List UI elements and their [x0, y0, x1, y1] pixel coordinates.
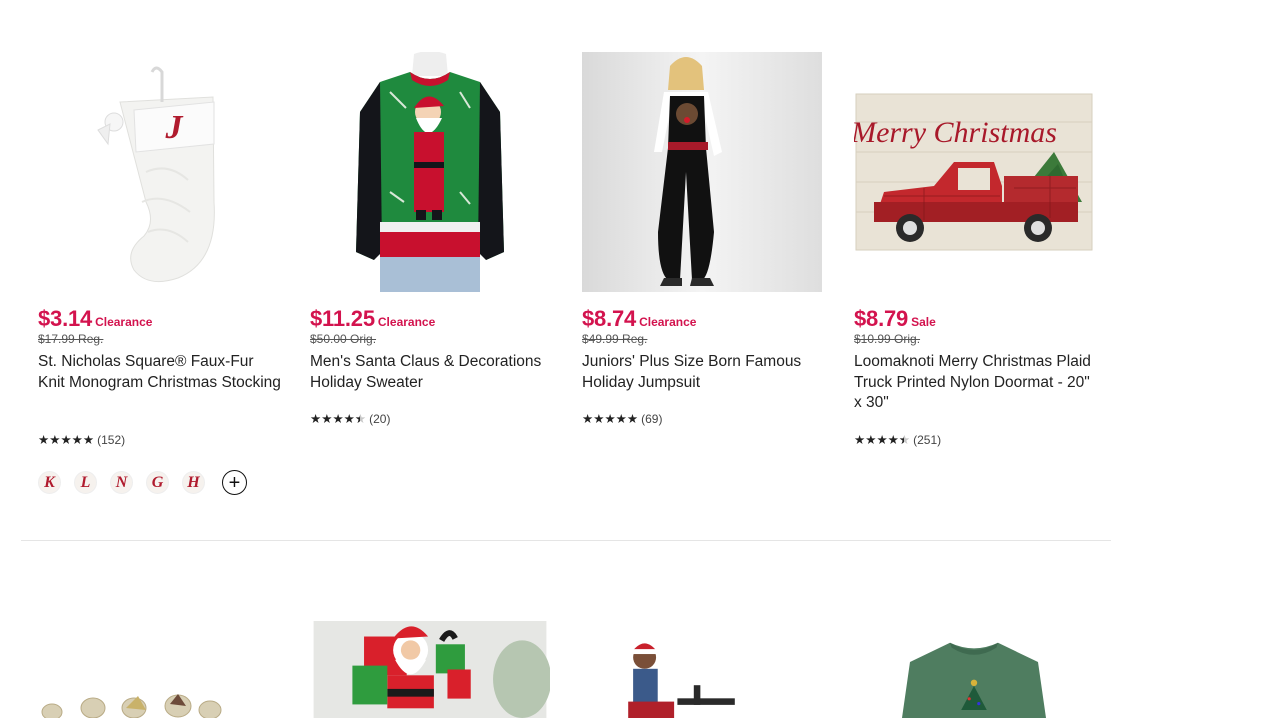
star-rating: ★ ★ ★ ★ ★: [310, 412, 366, 426]
product-title[interactable]: Men's Santa Claus & Decorations Holiday …: [310, 352, 555, 393]
doormat-text: Merry Christmas: [854, 116, 1057, 149]
star-icon: ★: [332, 412, 344, 426]
star-icon: ★: [854, 433, 866, 447]
star-icon: ★: [865, 433, 877, 447]
product-card[interactable]: $11.25 Clearance $50.00 Orig. Men's Santa…: [310, 52, 560, 432]
star-icon: ★: [38, 433, 50, 447]
original-price: $49.99 Reg.: [582, 332, 648, 346]
product-image-sweater[interactable]: [310, 52, 550, 292]
star-icon: ★: [310, 412, 322, 426]
original-price: $10.99 Orig.: [854, 332, 921, 346]
product-title[interactable]: St. Nicholas Square® Faux-Fur Knit Monog…: [38, 352, 283, 393]
review-count: (152): [97, 433, 126, 447]
star-icon: ★: [604, 412, 616, 426]
price-row: $11.25 Clearance: [310, 306, 435, 332]
half-star-icon: ★: [899, 434, 910, 447]
product-image-doormat[interactable]: Merry Christmas: [854, 52, 1094, 292]
product-card[interactable]: $8.74 Clearance $49.99 Reg. Juniors' Plus…: [582, 52, 832, 432]
price-row: $8.79 Sale: [854, 306, 936, 332]
product-image-child-figurine[interactable]: [582, 636, 822, 718]
rating[interactable]: ★ ★ ★ ★ ★ (69): [582, 412, 662, 426]
star-icon: ★: [626, 412, 639, 426]
product-image-stocking[interactable]: J: [38, 52, 278, 292]
row-divider: [21, 540, 1111, 541]
monogram-letter: J: [165, 109, 184, 146]
star-icon: ★: [49, 433, 61, 447]
star-rating: ★ ★ ★ ★ ★: [854, 433, 910, 447]
product-image-tree-sweatshirt[interactable]: [854, 638, 1094, 718]
original-price: $50.00 Orig.: [310, 332, 377, 346]
star-rating: ★ ★ ★ ★ ★: [582, 412, 639, 426]
swatch-h[interactable]: H: [182, 471, 205, 494]
original-price: $17.99 Reg.: [38, 332, 104, 346]
product-title[interactable]: Loomaknoti Merry Christmas Plaid Truck P…: [854, 352, 1099, 414]
star-icon: ★: [582, 412, 594, 426]
review-count: (20): [369, 412, 391, 426]
star-rating: ★ ★ ★ ★ ★: [38, 433, 95, 447]
sale-price: $8.74: [582, 306, 637, 331]
swatch-n[interactable]: N: [110, 471, 133, 494]
review-count: (69): [641, 412, 663, 426]
product-image-santa-decor[interactable]: [310, 621, 550, 718]
star-icon: ★: [82, 433, 95, 447]
price-badge: Clearance: [377, 315, 436, 329]
price-row: $3.14 Clearance: [38, 306, 152, 332]
star-icon: ★: [71, 433, 83, 447]
swatch-k[interactable]: K: [38, 471, 61, 494]
product-card[interactable]: Merry Christmas $8.79 Sale $10.99 Orig. L…: [854, 52, 1104, 452]
product-image-jumpsuit[interactable]: [582, 52, 822, 292]
star-icon: ★: [60, 433, 72, 447]
review-count: (251): [913, 433, 942, 447]
star-icon: ★: [321, 412, 333, 426]
half-star-icon: ★: [355, 413, 366, 426]
star-icon: ★: [593, 412, 605, 426]
rating[interactable]: ★★★★★ (20): [310, 412, 390, 426]
more-swatches-plus-icon[interactable]: +: [222, 470, 247, 495]
star-icon: ★: [887, 433, 899, 447]
sale-price: $11.25: [310, 306, 375, 331]
price-badge: Clearance: [639, 315, 697, 329]
product-title[interactable]: Juniors' Plus Size Born Famous Holiday J…: [582, 352, 827, 393]
star-icon: ★: [876, 433, 888, 447]
swatch-list: K L N G H +: [38, 470, 247, 495]
price-badge: Clearance: [95, 315, 153, 329]
swatch-g[interactable]: G: [146, 471, 169, 494]
rating[interactable]: ★★★★★ (251): [854, 433, 941, 447]
price-badge: Sale: [911, 315, 936, 329]
rating[interactable]: ★ ★ ★ ★ ★ (152): [38, 433, 125, 447]
swatch-l[interactable]: L: [74, 471, 97, 494]
sale-price: $3.14: [38, 306, 93, 331]
star-icon: ★: [615, 412, 627, 426]
sale-price: $8.79: [854, 306, 909, 331]
price-row: $8.74 Clearance: [582, 306, 696, 332]
product-image-nativity[interactable]: [38, 620, 278, 718]
star-icon: ★: [343, 412, 355, 426]
product-card[interactable]: J $3.14 Clearance $17.99 Reg. St. Nichola…: [38, 52, 288, 512]
